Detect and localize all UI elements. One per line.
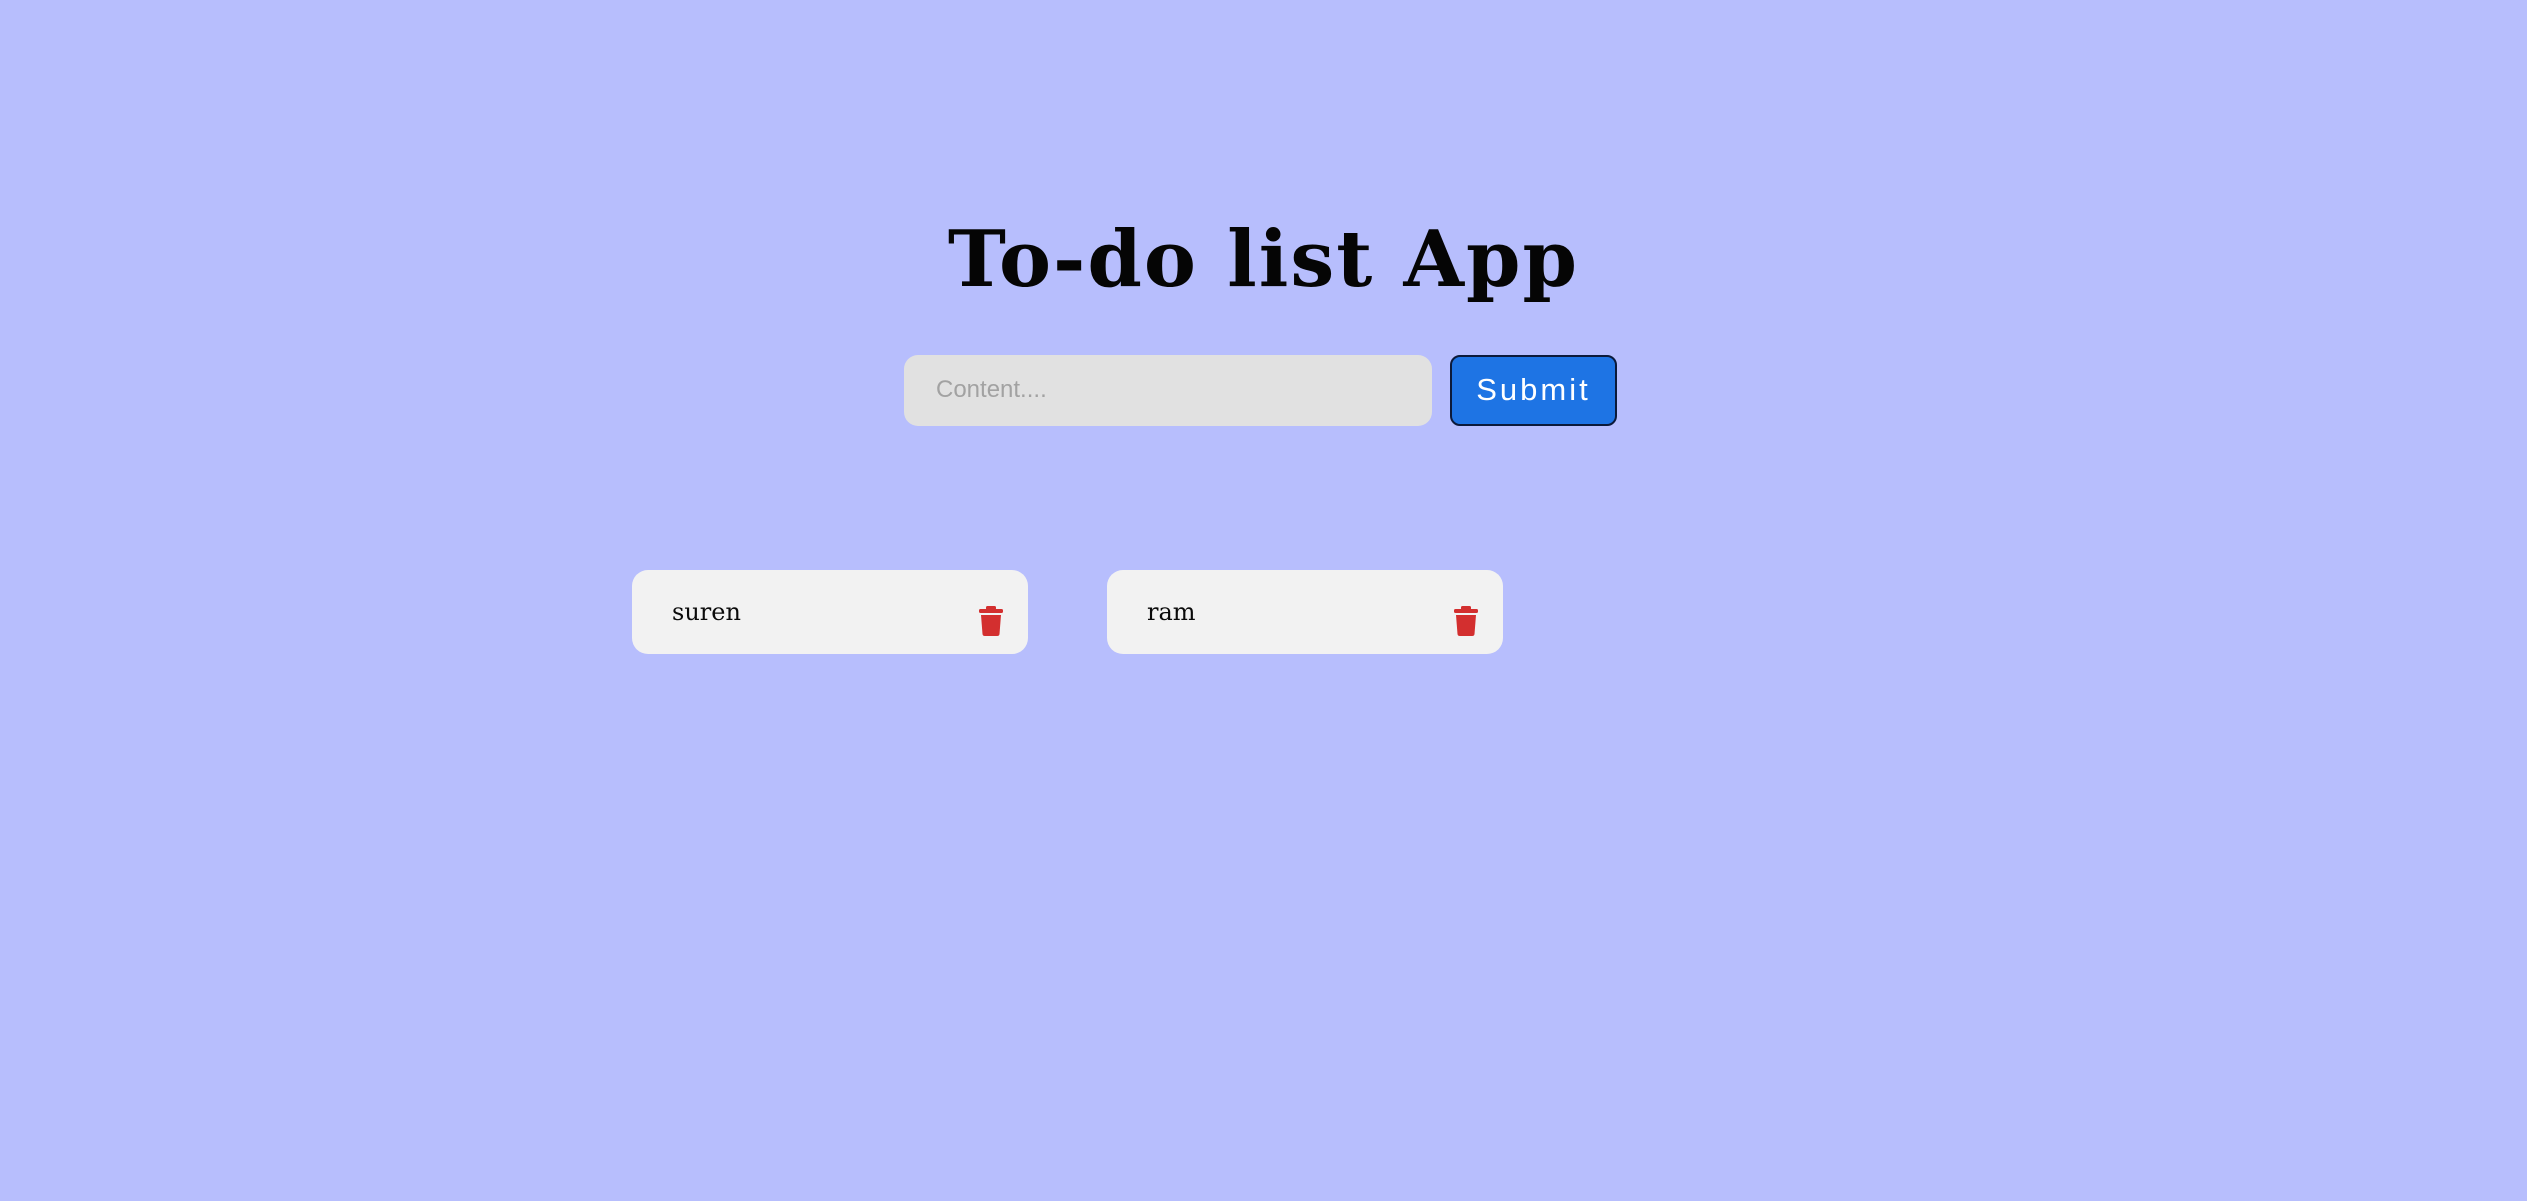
content-input[interactable] — [904, 354, 1432, 426]
todo-item: ram — [1107, 570, 1503, 654]
todo-form: Submit — [904, 354, 1617, 426]
todo-item-text: ram — [1147, 598, 1196, 626]
submit-button[interactable]: Submit — [1450, 354, 1617, 426]
todo-item: suren — [632, 570, 1028, 654]
page: To-do list App Submit suren ram — [0, 0, 2527, 1201]
trash-icon[interactable] — [979, 606, 1003, 636]
page-title: To-do list App — [947, 214, 1580, 305]
trash-icon[interactable] — [1454, 606, 1478, 636]
todo-item-text: suren — [672, 598, 741, 626]
